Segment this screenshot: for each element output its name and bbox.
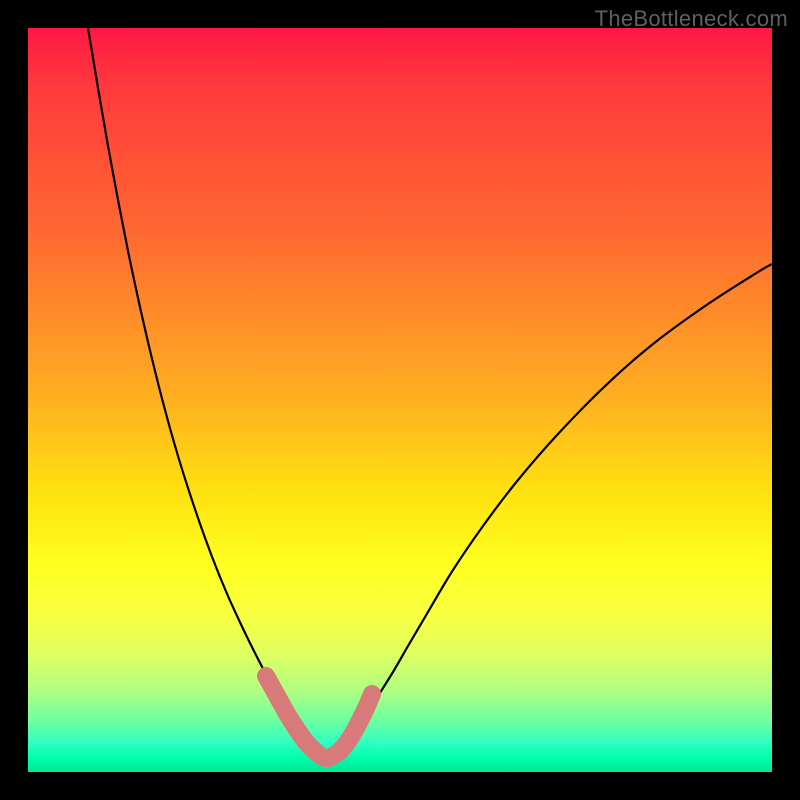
chart-curves (28, 28, 772, 772)
outer-frame: TheBottleneck.com (0, 0, 800, 800)
watermark-text: TheBottleneck.com (595, 6, 788, 32)
valley-marker (266, 676, 372, 758)
plot-area (28, 28, 772, 772)
left-curve (88, 28, 328, 760)
right-curve (328, 264, 772, 760)
